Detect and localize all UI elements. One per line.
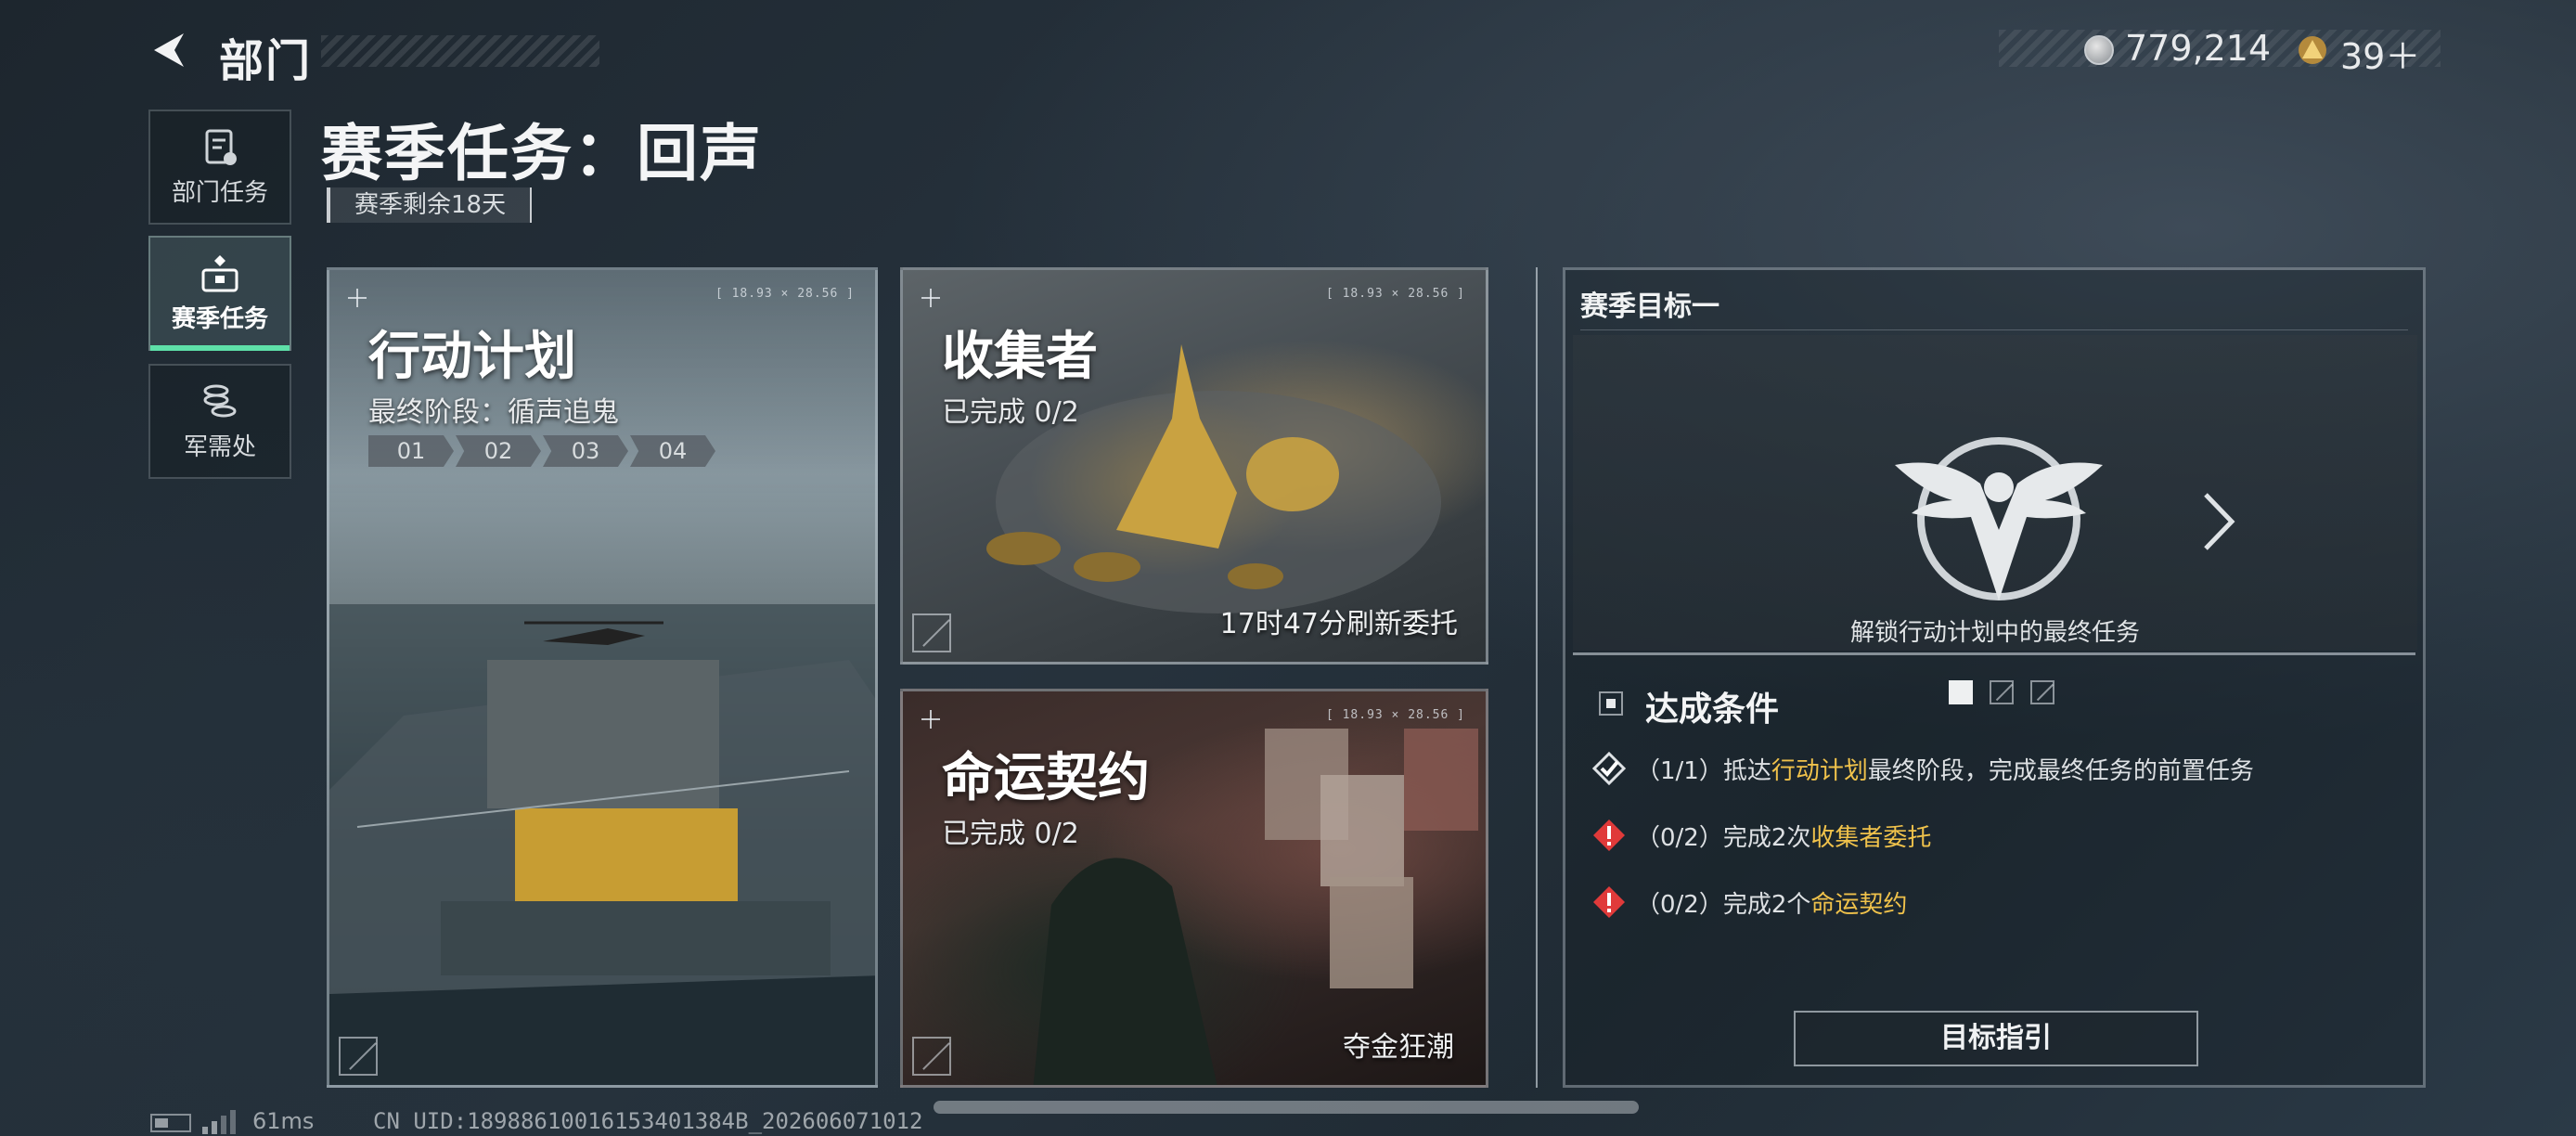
stage-step: 03 bbox=[543, 435, 628, 467]
sidebar-item-label: 部门任务 bbox=[171, 178, 268, 207]
card-progress: 已完成 0/2 bbox=[942, 396, 1079, 429]
crosshair-decoration bbox=[921, 710, 940, 729]
horizontal-scrollbar[interactable] bbox=[934, 1101, 1639, 1114]
card-coordinates-text: [ 18.93 × 28.56 ] bbox=[1325, 287, 1465, 301]
card-title: 收集者 bbox=[942, 327, 1098, 387]
eagle-emblem-icon bbox=[1895, 437, 2103, 600]
document-icon bbox=[205, 129, 237, 165]
coin-icon bbox=[2084, 35, 2114, 65]
condition-prefix: （0/2）完成2个 bbox=[1636, 890, 1811, 919]
sidebar-item-quartermaster[interactable]: 军需处 bbox=[148, 364, 291, 479]
header-divider bbox=[1580, 329, 2408, 330]
stage-step: 01 bbox=[368, 435, 454, 467]
conditions-title: 达成条件 bbox=[1645, 691, 1780, 729]
sidebar-item-season-tasks[interactable]: 赛季任务 bbox=[148, 236, 291, 351]
coin-balance: 779,214 bbox=[2125, 28, 2272, 69]
warning-diamond-icon bbox=[1593, 886, 1625, 918]
check-diamond-icon bbox=[1591, 751, 1627, 786]
stage-progress: 01 02 03 04 bbox=[368, 435, 717, 467]
season-remaining-badge: 赛季剩余18天 bbox=[327, 187, 533, 223]
card-title: 行动计划 bbox=[368, 327, 576, 387]
condition-item: （0/2）完成2次 收集者委托 bbox=[1591, 818, 1931, 853]
briefcase-icon bbox=[201, 254, 238, 291]
pager-dot[interactable] bbox=[2030, 680, 2054, 704]
season-goal-panel: 赛季目标一 解锁行动计划中的最终任务 达成条件 （1/1）抵达 行动计划 最终阶段，… bbox=[1563, 267, 2426, 1088]
condition-highlight: 行动计划 bbox=[1771, 756, 1868, 785]
card-progress: 已完成 0/2 bbox=[942, 818, 1079, 850]
sidebar-item-department-tasks[interactable]: 部门任务 bbox=[148, 110, 291, 225]
pager-dot-active[interactable] bbox=[1949, 680, 1973, 704]
event-label: 夺金狂潮 bbox=[1343, 1031, 1454, 1064]
sidebar-item-label: 赛季任务 bbox=[171, 304, 268, 333]
user-uid: CN UID:18988610016153401384B_20260607101… bbox=[373, 1108, 923, 1134]
back-arrow-icon[interactable] bbox=[147, 28, 191, 72]
corner-decoration bbox=[339, 1037, 378, 1076]
corner-decoration bbox=[912, 1037, 951, 1076]
goal-preview: 解锁行动计划中的最终任务 bbox=[1573, 335, 2417, 704]
chevron-right-icon[interactable] bbox=[2195, 489, 2241, 554]
refresh-timer: 17时47分刷新委托 bbox=[1219, 608, 1458, 640]
stage-step: 04 bbox=[630, 435, 715, 467]
condition-highlight: 收集者委托 bbox=[1810, 823, 1932, 852]
operation-plan-card[interactable]: [ 18.93 × 28.56 ] 行动计划 最终阶段：循声追鬼 01 02 0… bbox=[327, 267, 878, 1088]
stage-step: 02 bbox=[456, 435, 541, 467]
condition-prefix: （0/2）完成2次 bbox=[1636, 823, 1811, 852]
header-stripe-decoration bbox=[321, 35, 599, 67]
goal-guide-button[interactable]: 目标指引 bbox=[1794, 1011, 2198, 1066]
card-title: 命运契约 bbox=[942, 748, 1150, 808]
page-title: 赛季任务：回声 bbox=[321, 118, 763, 189]
condition-prefix: （1/1）抵达 bbox=[1636, 756, 1771, 785]
condition-suffix: 最终阶段，完成最终任务的前置任务 bbox=[1867, 756, 2254, 785]
condition-item: （1/1）抵达 行动计划 最终阶段，完成最终任务的前置任务 bbox=[1591, 751, 2254, 786]
pager-dot[interactable] bbox=[1990, 680, 2014, 704]
warning-diamond-icon bbox=[1593, 820, 1625, 851]
section-divider bbox=[1573, 652, 2415, 655]
square-bullet-icon bbox=[1599, 691, 1623, 716]
card-coordinates-text: [ 18.93 × 28.56 ] bbox=[715, 287, 855, 301]
crosshair-decoration bbox=[921, 289, 940, 307]
vertical-divider bbox=[1536, 267, 1538, 1088]
fate-contract-card[interactable]: [ 18.93 × 28.56 ] 命运契约 已完成 0/2 夺金狂潮 bbox=[900, 689, 1488, 1088]
page-header-title: 部门 bbox=[219, 35, 313, 87]
sidebar-item-label: 军需处 bbox=[183, 432, 256, 461]
crosshair-decoration bbox=[348, 289, 367, 307]
condition-highlight: 命运契约 bbox=[1810, 890, 1908, 919]
gold-triangle-icon bbox=[2299, 36, 2326, 64]
premium-currency-balance[interactable]: 39＋ bbox=[2340, 28, 2420, 79]
goal-pager bbox=[1949, 680, 2071, 704]
card-coordinates-text: [ 18.93 × 28.56 ] bbox=[1325, 708, 1465, 722]
corner-decoration bbox=[912, 613, 951, 652]
coins-icon bbox=[203, 384, 237, 417]
collector-card[interactable]: [ 18.93 × 28.56 ] 收集者 已完成 0/2 17时47分刷新委托 bbox=[900, 267, 1488, 665]
condition-item: （0/2）完成2个 命运契约 bbox=[1591, 884, 1907, 920]
card-subtitle: 最终阶段：循声追鬼 bbox=[368, 396, 619, 429]
goal-description: 解锁行动计划中的最终任务 bbox=[1849, 619, 2140, 647]
signal-strength-icon bbox=[202, 1110, 236, 1134]
ping-latency: 61ms bbox=[252, 1108, 315, 1134]
goal-header: 赛季目标一 bbox=[1580, 290, 1719, 323]
battery-icon bbox=[150, 1114, 191, 1132]
